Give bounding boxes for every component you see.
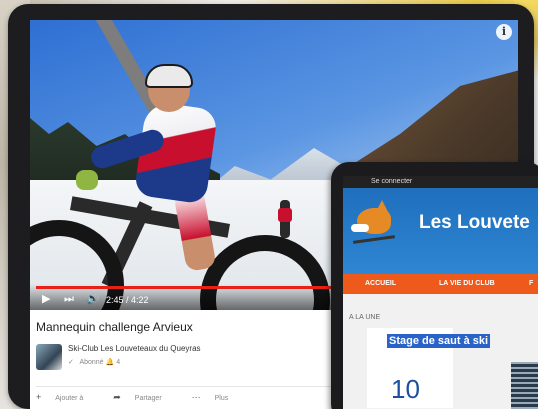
channel-name[interactable]: Ski-Club Les Louveteaux du Queyras [68,344,201,353]
nav-item-club-life[interactable]: LA VIE DU CLUB [439,280,495,287]
plus-icon: + [36,392,42,402]
fox-logo[interactable] [349,198,397,246]
next-icon[interactable]: ⏭ [64,293,74,305]
login-link[interactable]: Se connecter [343,176,538,188]
section-heading: A LA UNE [349,314,381,321]
channel-avatar[interactable] [36,344,62,370]
site-name: Les Louvete [419,212,530,233]
phone-screen: Se connecter Les Louvete ACCUEIL LA VIE … [343,176,538,409]
event-date-day: 10 [391,374,420,404]
event-thumbnail[interactable] [511,362,538,409]
subscriber-count: 4 [116,359,121,366]
event-title[interactable]: Stage de saut à ski [387,334,491,348]
rider-glove [76,170,98,190]
more-button[interactable]: ··· Plus [191,392,243,402]
video-scene-person [278,200,292,238]
site-content: A LA UNE Stage de saut à ski 10 [343,294,538,409]
bell-icon[interactable]: 🔔 [106,359,117,366]
divider [36,386,336,387]
video-title: Mannequin challenge Arvieux [36,320,193,334]
share-button[interactable]: ➦ Partager [113,392,175,402]
phone-device: Se connecter Les Louvete ACCUEIL LA VIE … [331,162,538,409]
video-actions: + Ajouter à ➦ Partager ··· Plus [36,392,256,403]
site-nav: ACCUEIL LA VIE DU CLUB F [343,274,538,294]
volume-icon[interactable]: 🔊 [86,293,100,305]
site-header: Les Louvete [343,188,538,274]
check-icon: ✓ [68,359,74,366]
more-icon: ··· [191,392,201,402]
subscribe-row: ✓ Abonné 🔔 4 [68,358,120,366]
nav-item-home[interactable]: ACCUEIL [365,280,396,287]
video-time: 2:45 / 4:22 [106,295,149,305]
nav-item-more[interactable]: F [529,280,533,287]
video-progress-fill [36,286,336,289]
play-icon[interactable]: ▶ [42,293,50,305]
subscribe-button[interactable]: Abonné [79,359,103,366]
add-to-button[interactable]: + Ajouter à [36,392,97,402]
rider-helmet [145,64,193,88]
info-icon[interactable]: i [496,24,512,40]
share-icon: ➦ [113,392,121,402]
